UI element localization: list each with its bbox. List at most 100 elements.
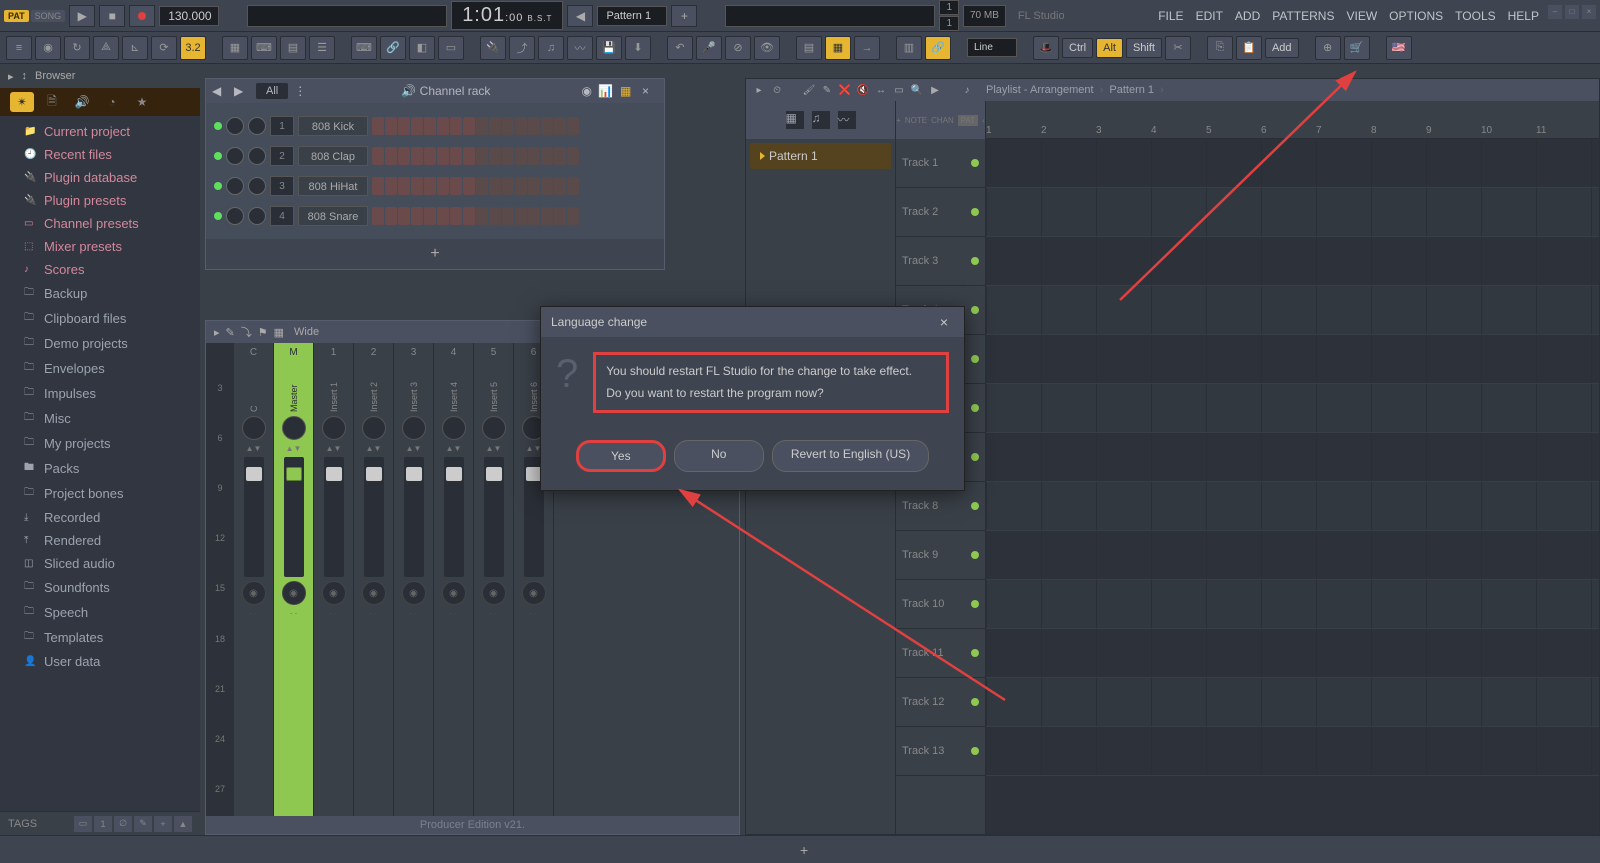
tag-btn-4[interactable]: ✎	[134, 816, 152, 832]
mixer-insert-strip[interactable]: 3 Insert 3 ▲▼ ◉ · ·	[394, 343, 434, 834]
mode-plus[interactable]: +	[896, 116, 901, 125]
playlist-track-lane[interactable]	[986, 482, 1599, 531]
browser-item[interactable]: 🔌Plugin presets	[0, 189, 200, 212]
step-cell[interactable]	[463, 177, 475, 195]
mixer-brush-icon[interactable]: ✎	[226, 326, 235, 339]
strip-send-dots[interactable]: · ·	[290, 609, 298, 618]
strip-send-dots[interactable]: · ·	[370, 609, 378, 618]
step-cell[interactable]	[385, 177, 397, 195]
dialog-revert-button[interactable]: Revert to English (US)	[772, 440, 929, 472]
rack-thumbs-icon[interactable]: ▦	[620, 84, 636, 98]
strip-send-dots[interactable]: · ·	[490, 609, 498, 618]
strip-route-knob[interactable]: ◉	[522, 581, 546, 605]
ruler-mode-note[interactable]: NOTE	[905, 116, 927, 125]
step-cell[interactable]	[372, 117, 384, 135]
tool-hat-icon[interactable]: 🎩	[1033, 36, 1059, 60]
rack-filter[interactable]: All	[256, 83, 288, 99]
step-cell[interactable]	[515, 177, 527, 195]
strip-pan-knob[interactable]	[402, 416, 426, 440]
pl-tool-slip-icon[interactable]: ↔	[874, 83, 888, 97]
step-cell[interactable]	[450, 207, 462, 225]
tag-btn-6[interactable]: ▲	[174, 816, 192, 832]
browser-item[interactable]: ⤒Rendered	[0, 529, 200, 552]
tool-render-icon[interactable]: ⤴	[509, 36, 535, 60]
copy-icon[interactable]: ⎘	[1207, 36, 1233, 60]
strip-send-dots[interactable]: · ·	[410, 609, 418, 618]
step-cell[interactable]	[372, 147, 384, 165]
wait-icon[interactable]: ⊾	[122, 36, 148, 60]
panel-goto-icon[interactable]: →	[854, 36, 880, 60]
step-cell[interactable]	[554, 177, 566, 195]
strip-pan-knob[interactable]	[362, 416, 386, 440]
strip-send-dots[interactable]: · ·	[330, 609, 338, 618]
channel-led[interactable]	[214, 212, 222, 220]
fader-handle[interactable]	[486, 467, 502, 481]
mixer-insert-strip[interactable]: 1 Insert 1 ▲▼ ◉ · ·	[314, 343, 354, 834]
pattern-prev-button[interactable]: ◀	[567, 5, 593, 27]
step-cell[interactable]	[489, 147, 501, 165]
step-cell[interactable]	[476, 207, 488, 225]
tag-btn-5[interactable]: +	[154, 816, 172, 832]
step-cell[interactable]	[385, 207, 397, 225]
channel-name[interactable]: 808 Snare	[298, 206, 368, 226]
playlist-track-lane[interactable]	[986, 237, 1599, 286]
menu-tools[interactable]: TOOLS	[1449, 5, 1501, 27]
mixer-flag-icon[interactable]: ⚑	[258, 326, 268, 339]
strip-route-knob[interactable]: ◉	[482, 581, 506, 605]
tool-mic-icon[interactable]: 🎤	[696, 36, 722, 60]
browser-tab-star[interactable]: ★	[130, 92, 154, 112]
track-enabled-dot[interactable]	[971, 747, 979, 755]
step-cell[interactable]	[398, 147, 410, 165]
track-header[interactable]: Track 3	[896, 237, 985, 286]
browser-item[interactable]: 🔌Plugin database	[0, 166, 200, 189]
step-cell[interactable]	[450, 177, 462, 195]
browser-item[interactable]: 🗀Demo projects	[0, 331, 200, 356]
channel-number[interactable]: 3	[270, 176, 294, 196]
step-cell[interactable]	[528, 117, 540, 135]
browser-item[interactable]: 🗀Misc	[0, 406, 200, 431]
tool-close-icon[interactable]: ⊘	[725, 36, 751, 60]
pat-badge[interactable]: PAT	[4, 10, 29, 22]
step-cell[interactable]	[411, 177, 423, 195]
channel-vol-knob[interactable]	[248, 117, 266, 135]
fader-handle[interactable]	[446, 467, 462, 481]
song-badge[interactable]: SONG	[31, 10, 66, 22]
step-cell[interactable]	[541, 117, 553, 135]
channel-number[interactable]: 4	[270, 206, 294, 226]
countdown-icon[interactable]: ⟳	[151, 36, 177, 60]
dialog-yes-button[interactable]: Yes	[576, 440, 666, 472]
step-cell[interactable]	[437, 207, 449, 225]
browser-item[interactable]: 🖿Packs	[0, 456, 200, 481]
strip-stereo-icon[interactable]: ▲▼	[446, 444, 462, 453]
snap-selector[interactable]: Line	[967, 38, 1017, 57]
step-cell[interactable]	[489, 177, 501, 195]
step-cell[interactable]	[411, 117, 423, 135]
step-cell[interactable]	[424, 207, 436, 225]
crumb-0[interactable]: Playlist - Arrangement	[986, 84, 1094, 96]
tag-btn-2[interactable]: 1	[94, 816, 112, 832]
tool-newtone-icon[interactable]: ♫	[538, 36, 564, 60]
step-cell[interactable]	[515, 207, 527, 225]
step-cell[interactable]	[476, 117, 488, 135]
mixer-insert-strip[interactable]: 2 Insert 2 ▲▼ ◉ · ·	[354, 343, 394, 834]
tag-btn-3[interactable]: ∅	[114, 816, 132, 832]
strip-send-dots[interactable]: · ·	[250, 609, 258, 618]
step-cell[interactable]	[398, 177, 410, 195]
time-display[interactable]: 1:01 :00 B.S.T	[451, 1, 563, 30]
track-header[interactable]: Track 2	[896, 188, 985, 237]
tool-view-icon[interactable]: 👁	[754, 36, 780, 60]
stop-button[interactable]: ■	[99, 5, 125, 27]
browser-item[interactable]: ⤓Recorded	[0, 506, 200, 529]
step-cell[interactable]	[476, 147, 488, 165]
strip-stereo-icon[interactable]: ▲▼	[406, 444, 422, 453]
ruler-mode-chan[interactable]: CHAN	[931, 116, 954, 125]
step-cell[interactable]	[567, 177, 579, 195]
browser-tab-audio[interactable]: 🔊	[70, 92, 94, 112]
strip-send-dots[interactable]: · ·	[450, 609, 458, 618]
step-cell[interactable]	[489, 117, 501, 135]
step-cell[interactable]	[411, 147, 423, 165]
channel-pan-knob[interactable]	[226, 117, 244, 135]
step-cell[interactable]	[424, 177, 436, 195]
track-enabled-dot[interactable]	[971, 208, 979, 216]
track-header[interactable]: Track 9	[896, 531, 985, 580]
